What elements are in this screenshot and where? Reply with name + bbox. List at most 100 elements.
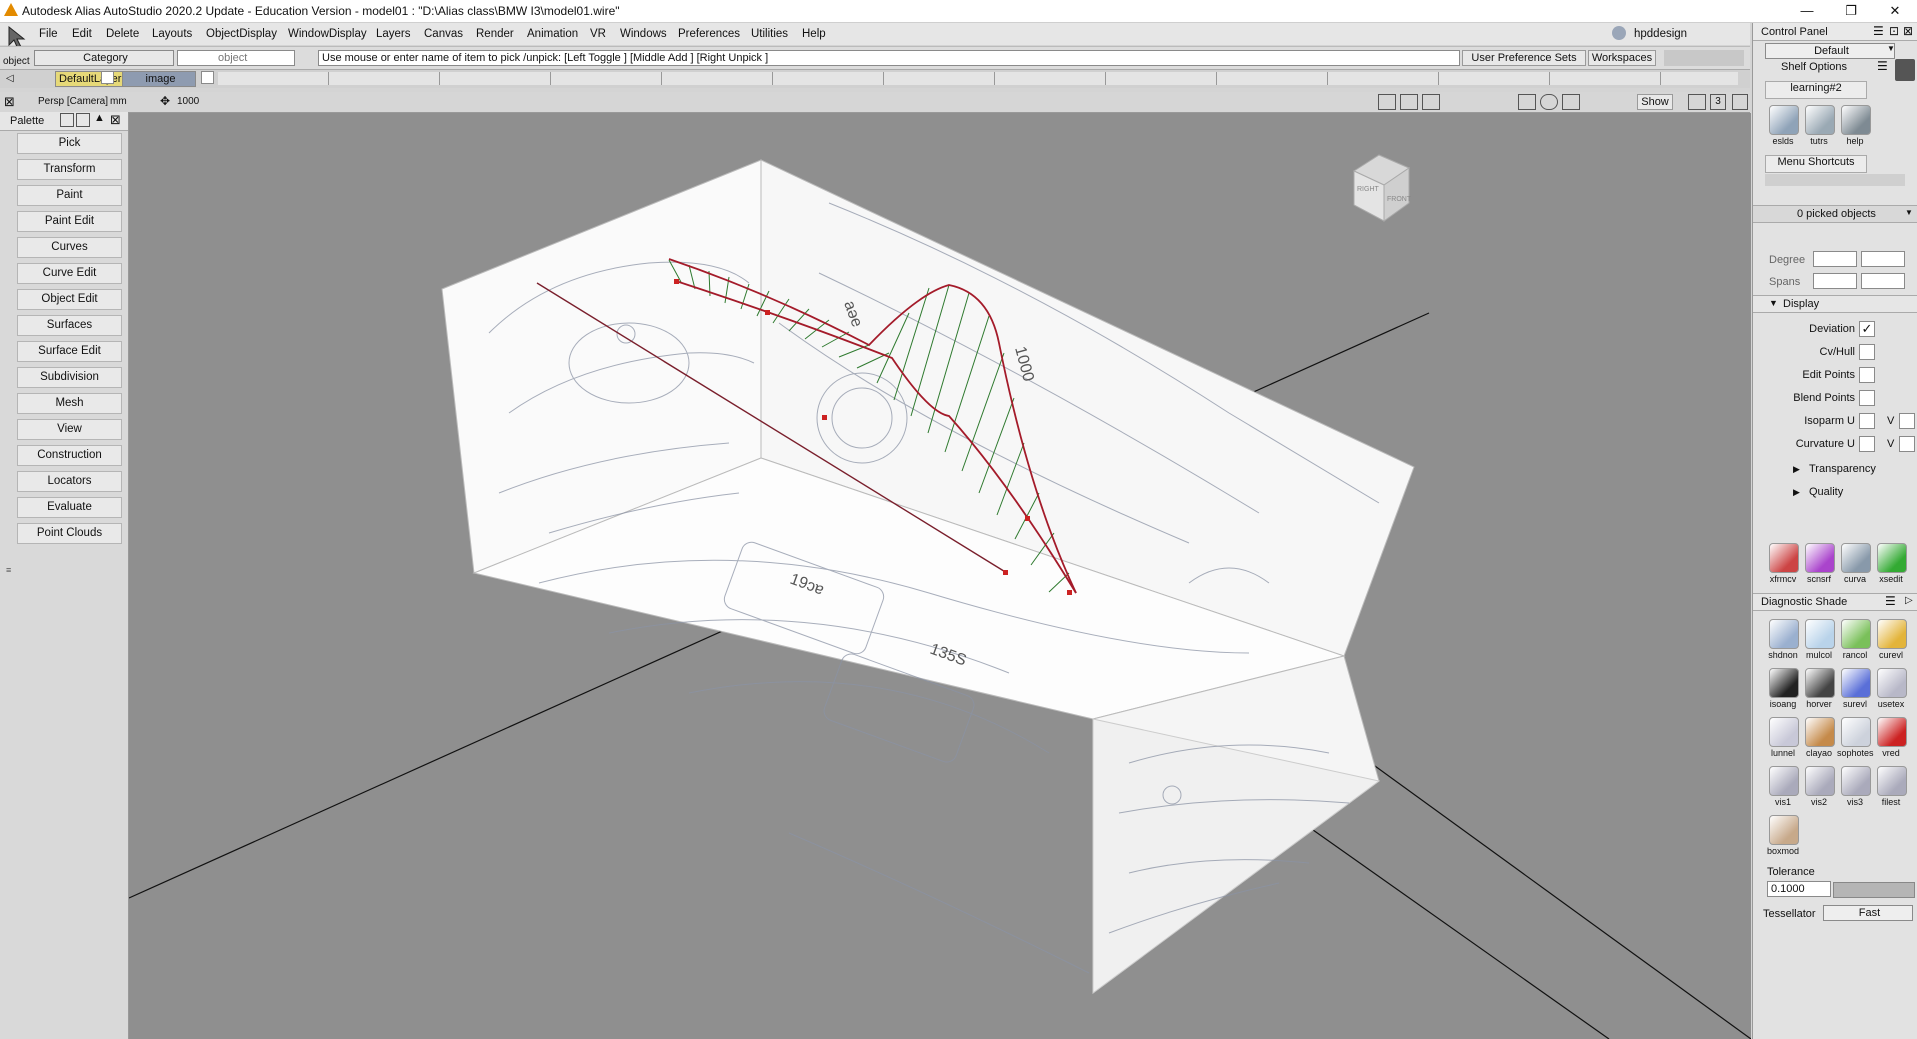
diag-curevl-icon[interactable] [1877, 619, 1907, 649]
degree-field[interactable] [1813, 251, 1857, 267]
trash-icon[interactable] [1895, 59, 1915, 81]
menu-file[interactable]: File [39, 28, 58, 40]
diagnostic-expand-icon[interactable]: ▷ [1905, 595, 1913, 606]
control-panel-close-icon[interactable]: ⊠ [1903, 24, 1913, 38]
palette-view-button[interactable]: View [17, 419, 122, 440]
menu-windowdisplay[interactable]: WindowDisplay [288, 28, 367, 40]
palette-object-edit-button[interactable]: Object Edit [17, 289, 122, 310]
degree-field-2[interactable] [1861, 251, 1905, 267]
menu-shortcuts-tab[interactable]: Menu Shortcuts [1765, 155, 1867, 173]
palette-collapse-icon[interactable]: ▲ [94, 112, 105, 124]
diag-clayao-icon[interactable] [1805, 717, 1835, 747]
shelf-tutrs-icon[interactable] [1805, 105, 1835, 135]
shelf-options-label[interactable]: Shelf Options [1781, 61, 1847, 73]
menu-delete[interactable]: Delete [106, 28, 139, 40]
frame-icon[interactable] [1518, 94, 1536, 110]
tool-xfrmcv-icon[interactable] [1769, 543, 1799, 573]
shelf-help-icon[interactable] [1841, 105, 1871, 135]
menu-edit[interactable]: Edit [72, 28, 92, 40]
diag-shdnon-icon[interactable] [1769, 619, 1799, 649]
diag-boxmod-icon[interactable] [1769, 815, 1799, 845]
chevron-down-icon[interactable]: ▼ [1887, 44, 1895, 53]
category-dropdown[interactable]: Category [34, 50, 174, 66]
menu-canvas[interactable]: Canvas [424, 28, 463, 40]
default-layer[interactable]: DefaultLayer [55, 71, 131, 87]
palette-mesh-button[interactable]: Mesh [17, 393, 122, 414]
show-button[interactable]: Show [1637, 94, 1673, 110]
tool-xsedit-icon[interactable] [1877, 543, 1907, 573]
camera-icon[interactable] [1378, 94, 1396, 110]
tool-curva-icon[interactable] [1841, 543, 1871, 573]
menu-animation[interactable]: Animation [527, 28, 578, 40]
palette-evaluate-button[interactable]: Evaluate [17, 497, 122, 518]
palette-surface-edit-button[interactable]: Surface Edit [17, 341, 122, 362]
menu-help[interactable]: Help [802, 28, 826, 40]
viewcube[interactable]: RIGHT FRONT [1352, 154, 1412, 222]
track-icon[interactable] [1562, 94, 1580, 110]
palette-surfaces-button[interactable]: Surfaces [17, 315, 122, 336]
tool-scnsrf-icon[interactable] [1805, 543, 1835, 573]
diag-isoang-icon[interactable] [1769, 668, 1799, 698]
empty-layer-slots[interactable] [218, 72, 1738, 85]
transparency-expand-icon[interactable]: ▶ [1793, 464, 1800, 475]
spans-field[interactable] [1813, 273, 1857, 289]
quality-expand-icon[interactable]: ▶ [1793, 487, 1800, 498]
menu-preferences[interactable]: Preferences [678, 28, 740, 40]
expand-icon[interactable]: ▼ [1769, 298, 1778, 308]
diag-horver-icon[interactable] [1805, 668, 1835, 698]
option-isoparm-u-checkbox[interactable] [1859, 413, 1875, 429]
palette-paint-edit-button[interactable]: Paint Edit [17, 211, 122, 232]
option-v-checkbox[interactable] [1899, 413, 1915, 429]
prompt-line[interactable]: Use mouse or enter name of item to pick … [318, 50, 1460, 66]
default-layer-checkbox[interactable] [101, 71, 114, 84]
palette-transform-button[interactable]: Transform [17, 159, 122, 180]
palette-curve-edit-button[interactable]: Curve Edit [17, 263, 122, 284]
option-cv-hull-checkbox[interactable] [1859, 344, 1875, 360]
maximize-viewport-icon[interactable] [1732, 94, 1748, 110]
diag-vis3-icon[interactable] [1841, 766, 1871, 796]
diag-rancol-icon[interactable] [1841, 619, 1871, 649]
diag-usetex-icon[interactable] [1877, 668, 1907, 698]
transparency-label[interactable]: Transparency [1809, 463, 1876, 475]
palette-resize-icon[interactable] [60, 113, 74, 127]
option-v-checkbox[interactable] [1899, 436, 1915, 452]
menu-utilities[interactable]: Utilities [751, 28, 788, 40]
palette-locators-button[interactable]: Locators [17, 471, 122, 492]
diag-filest-icon[interactable] [1877, 766, 1907, 796]
tolerance-slider[interactable] [1833, 882, 1915, 898]
palette-pick-button[interactable]: Pick [17, 133, 122, 154]
palette-construction-button[interactable]: Construction [17, 445, 122, 466]
palette-paint-button[interactable]: Paint [17, 185, 122, 206]
object-name-field[interactable]: object [177, 50, 295, 66]
diag-vis1-icon[interactable] [1769, 766, 1799, 796]
close-button[interactable]: ✕ [1873, 0, 1917, 22]
tessellator-dropdown[interactable]: Fast [1823, 905, 1913, 921]
render-icon[interactable] [1400, 94, 1418, 110]
control-panel-pin-icon[interactable]: ⊡ [1889, 24, 1899, 38]
layer-scroll-left-icon[interactable]: ◁ [6, 73, 14, 84]
image-layer[interactable]: image [122, 71, 196, 87]
palette-menu-icon[interactable] [76, 113, 90, 127]
menu-shortcut-icons[interactable] [1765, 174, 1905, 186]
user-preference-sets-button[interactable]: User Preference Sets [1462, 50, 1586, 66]
diag-lunnel-icon[interactable] [1769, 717, 1799, 747]
user-name[interactable]: hpddesign [1634, 28, 1687, 40]
diag-vred-icon[interactable] [1877, 717, 1907, 747]
workspace-icons[interactable] [1664, 50, 1744, 66]
spans-field-2[interactable] [1861, 273, 1905, 289]
palette-splitter-icon[interactable]: ≡ [6, 565, 11, 575]
shelf-tab-learning2[interactable]: learning#2 [1765, 81, 1867, 99]
maximize-button[interactable]: ❐ [1829, 0, 1873, 22]
zoom-icon[interactable] [1422, 94, 1440, 110]
preset-dropdown[interactable]: Default [1765, 43, 1895, 59]
picked-chevron-icon[interactable]: ▼ [1905, 208, 1913, 217]
viewport-close-icon[interactable]: ⊠ [4, 94, 15, 110]
control-panel-menu-icon[interactable]: ☰ [1873, 24, 1884, 38]
shelf-eslds-icon[interactable] [1769, 105, 1799, 135]
diag-mulcol-icon[interactable] [1805, 619, 1835, 649]
palette-curves-button[interactable]: Curves [17, 237, 122, 258]
quality-number[interactable]: 3 [1710, 94, 1726, 110]
diag-sophotes-icon[interactable] [1841, 717, 1871, 747]
palette-point-clouds-button[interactable]: Point Clouds [17, 523, 122, 544]
option-curvature-u-checkbox[interactable] [1859, 436, 1875, 452]
